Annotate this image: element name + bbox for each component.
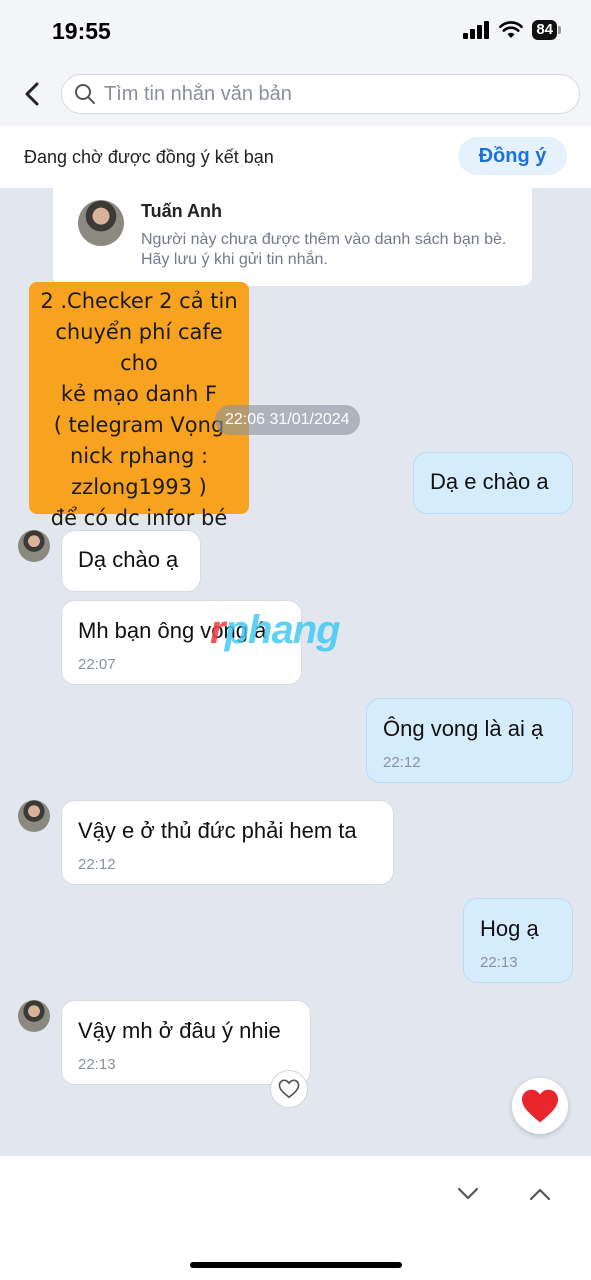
- accept-friend-button[interactable]: Đồng ý: [458, 137, 567, 175]
- search-box[interactable]: [61, 74, 580, 114]
- back-arrow-icon: [25, 82, 39, 106]
- battery-icon: 84: [532, 20, 561, 40]
- friend-request-text: Đang chờ được đồng ý kết bạn: [24, 147, 274, 167]
- react-button[interactable]: [270, 1070, 308, 1108]
- message-bubble-outgoing[interactable]: Hog ạ 22:13: [463, 898, 573, 983]
- message-time: 22:07: [78, 656, 116, 673]
- message-text: Dạ e chào a: [430, 469, 549, 494]
- contact-name: Tuấn Anh: [141, 201, 222, 221]
- message-bubble-outgoing[interactable]: Ông vong là ai ạ 22:12: [366, 698, 573, 783]
- message-bubble-incoming[interactable]: Vậy mh ở đâu ý nhie 22:13: [61, 1000, 311, 1085]
- back-button[interactable]: [14, 76, 50, 112]
- message-text: Dạ chào ạ: [78, 547, 179, 572]
- wifi-icon: [499, 21, 524, 38]
- sticker-line: kẻ mạo danh F: [60, 382, 218, 406]
- message-bubble-incoming[interactable]: Dạ chào ạ: [61, 530, 201, 592]
- sticker-line: 2 .Checker 2 cả tin: [40, 289, 238, 313]
- home-indicator: [190, 1262, 402, 1268]
- avatar[interactable]: [78, 200, 124, 246]
- previous-result-button[interactable]: [524, 1180, 556, 1208]
- sticker-line: chuyển phí cafe cho: [55, 320, 223, 375]
- quick-heart-button[interactable]: [512, 1078, 568, 1134]
- bottom-bar: [0, 1156, 591, 1280]
- message-time: 22:13: [78, 1056, 116, 1073]
- chevron-down-icon: [457, 1187, 479, 1200]
- sticker-line: nick rphang :: [69, 444, 209, 468]
- message-time: 22:12: [383, 754, 421, 771]
- watermark-logo: rphang: [210, 608, 341, 652]
- search-header: [0, 64, 591, 126]
- chat-area[interactable]: Tuấn Anh Người này chưa được thêm vào da…: [0, 188, 591, 1156]
- battery-level: 84: [532, 20, 557, 40]
- status-time: 19:55: [52, 18, 111, 44]
- message-text: Vậy mh ở đâu ý nhie: [78, 1018, 281, 1043]
- sticker-line: ( telegram Vọng: [53, 413, 225, 437]
- chevron-up-icon: [529, 1188, 551, 1201]
- stranger-notice-card: Tuấn Anh Người này chưa được thêm vào da…: [53, 188, 532, 286]
- status-icons: 84: [463, 20, 561, 40]
- date-separator: 22:06 31/01/2024: [215, 405, 360, 435]
- stranger-notice-text: Người này chưa được thêm vào danh sách b…: [141, 231, 507, 268]
- search-input[interactable]: [104, 82, 544, 106]
- message-bubble-incoming[interactable]: Vậy e ở thủ đức phải hem ta 22:12: [61, 800, 394, 885]
- avatar[interactable]: [18, 530, 50, 562]
- message-time: 22:13: [480, 954, 518, 971]
- sticker-line: zzlong1993 ): [71, 475, 207, 499]
- search-icon: [75, 84, 95, 104]
- message-bubble-outgoing[interactable]: Dạ e chào a: [413, 452, 573, 514]
- cellular-signal-icon: [463, 21, 490, 39]
- annotation-sticker: 2 .Checker 2 cả tin chuyển phí cafe cho …: [29, 282, 249, 530]
- friend-request-bar: Đang chờ được đồng ý kết bạn Đồng ý: [0, 126, 591, 188]
- message-text: Vậy e ở thủ đức phải hem ta: [78, 818, 357, 843]
- heart-icon: [522, 1089, 558, 1123]
- next-result-button[interactable]: [452, 1180, 484, 1208]
- message-text: Hog ạ: [480, 916, 539, 941]
- avatar[interactable]: [18, 1000, 50, 1032]
- status-bar: 19:55 84: [0, 0, 591, 64]
- message-text: Ông vong là ai ạ: [383, 716, 544, 741]
- avatar[interactable]: [18, 800, 50, 832]
- heart-outline-icon: [278, 1079, 300, 1099]
- message-time: 22:12: [78, 856, 116, 873]
